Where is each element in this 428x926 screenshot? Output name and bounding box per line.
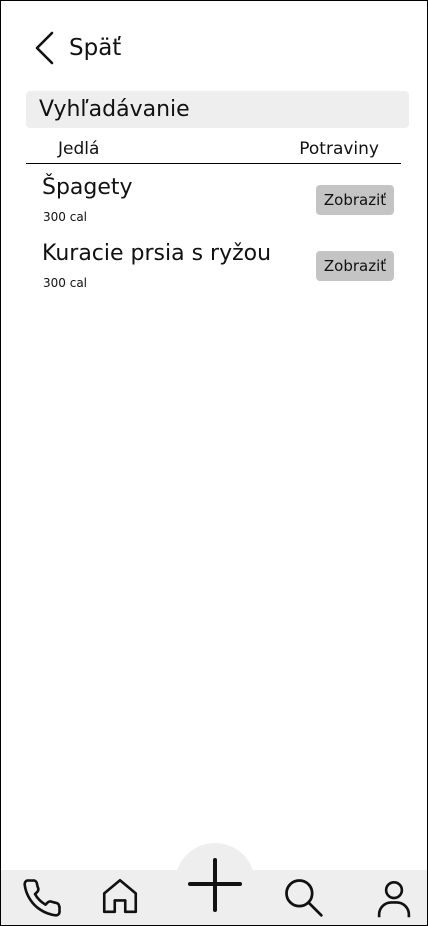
screen: Späť Vyhľadávanie Jedlá Potraviny Špaget… <box>0 0 428 926</box>
item-calories: 300 cal <box>43 276 88 290</box>
tab-bar: Jedlá Potraviny <box>26 138 401 164</box>
item-name: Špagety <box>42 175 133 200</box>
phone-icon[interactable] <box>21 877 63 919</box>
tab-foods[interactable]: Potraviny <box>299 139 379 159</box>
user-icon[interactable] <box>373 877 415 919</box>
view-button[interactable]: Zobraziť <box>316 185 394 215</box>
search-field[interactable]: Vyhľadávanie <box>26 91 409 128</box>
home-icon[interactable] <box>99 875 141 917</box>
item-calories: 300 cal <box>43 210 88 224</box>
list-item: Špagety 300 cal Zobraziť <box>42 175 394 233</box>
back-button[interactable]: Späť <box>33 29 121 67</box>
tab-meals[interactable]: Jedlá <box>58 139 99 159</box>
plus-icon[interactable] <box>187 857 243 913</box>
chevron-left-icon <box>33 30 55 66</box>
back-label: Späť <box>69 35 122 61</box>
item-name: Kuracie prsia s ryžou <box>42 241 272 266</box>
view-button[interactable]: Zobraziť <box>316 251 394 281</box>
list-item: Kuracie prsia s ryžou 300 cal Zobraziť <box>42 241 394 299</box>
search-icon[interactable] <box>281 875 325 919</box>
